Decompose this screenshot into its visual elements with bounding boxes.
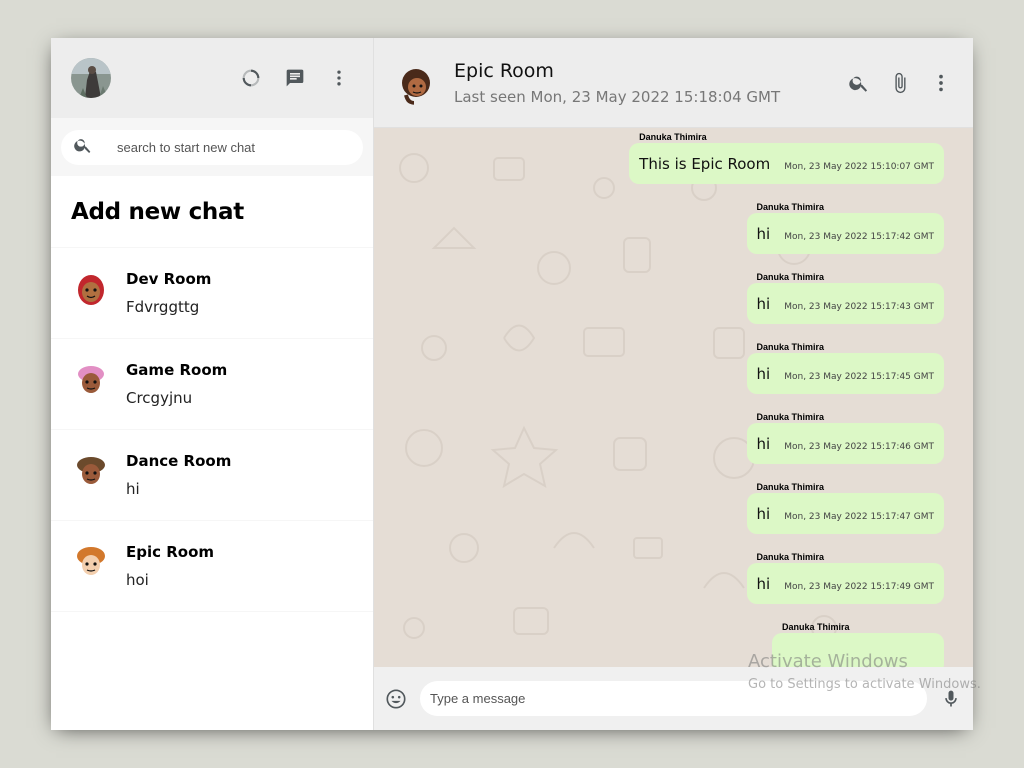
- sidebar-search: [51, 118, 373, 176]
- message: Danuka Thimira This is Epic Room Mon, 23…: [629, 132, 944, 184]
- search-box: [61, 129, 363, 165]
- chat-list: Add new chat Dev Room Fdvrggttg Game Roo…: [51, 176, 373, 730]
- message: Danuka Thimira hi Mon, 23 May 2022 15:17…: [746, 482, 944, 534]
- message-time: Mon, 23 May 2022 15:17:49 GMT: [784, 581, 934, 592]
- chat-name: Dev Room: [126, 270, 212, 288]
- chat-body: Danuka Thimira This is Epic Room Mon, 23…: [374, 128, 973, 667]
- chat-panel: Epic Room Last seen Mon, 23 May 2022 15:…: [374, 38, 973, 730]
- chat-info: Epic Room hoi: [126, 543, 214, 589]
- avatar: [71, 359, 111, 399]
- message-sender: Danuka Thimira: [756, 552, 825, 562]
- sidebar: Add new chat Dev Room Fdvrggttg Game Roo…: [51, 38, 374, 730]
- search-icon[interactable]: [846, 70, 871, 95]
- message-input[interactable]: [430, 691, 927, 706]
- more-vert-icon[interactable]: [327, 66, 351, 90]
- emoji-icon[interactable]: [384, 687, 408, 711]
- message-bubble: hi Mon, 23 May 2022 15:17:46 GMT: [746, 423, 944, 464]
- add-new-chat-button[interactable]: Add new chat: [51, 176, 373, 248]
- chat-last-message: Crcgyjnu: [126, 389, 193, 407]
- message-bubble: [772, 633, 944, 667]
- message-text: This is Epic Room: [639, 154, 771, 173]
- chat-header-info: Epic Room Last seen Mon, 23 May 2022 15:…: [454, 60, 846, 106]
- chat-header-actions: [846, 70, 953, 95]
- chat-name: Epic Room: [126, 543, 215, 561]
- app-window: Add new chat Dev Room Fdvrggttg Game Roo…: [51, 38, 973, 730]
- status-icon[interactable]: [239, 66, 263, 90]
- chat-name: Game Room: [126, 361, 228, 379]
- sidebar-header: [51, 38, 373, 118]
- message-sender: Danuka Thimira: [756, 202, 825, 212]
- more-vert-icon[interactable]: [928, 70, 953, 95]
- message: Danuka Thimira hi Mon, 23 May 2022 15:17…: [746, 412, 944, 464]
- mic-icon[interactable]: [939, 687, 963, 711]
- message-sender: Danuka Thimira: [639, 132, 707, 142]
- chat-item-dev-room[interactable]: Dev Room Fdvrggttg: [51, 248, 373, 339]
- message-bubble: This is Epic Room Mon, 23 May 2022 15:10…: [629, 143, 944, 184]
- avatar: [71, 268, 111, 308]
- chat-avatar[interactable]: [398, 64, 434, 105]
- chat-name: Dance Room: [126, 452, 232, 470]
- message-sender: Danuka Thimira: [756, 482, 825, 492]
- chat-last-message: Fdvrggttg: [126, 298, 200, 316]
- message-time: Mon, 23 May 2022 15:17:45 GMT: [784, 371, 934, 382]
- message-bubble: hi Mon, 23 May 2022 15:17:43 GMT: [746, 283, 944, 324]
- last-seen: Last seen Mon, 23 May 2022 15:18:04 GMT: [454, 87, 781, 106]
- message-input-box: [420, 681, 927, 716]
- chat-item-dance-room[interactable]: Dance Room hi: [51, 430, 373, 521]
- message-time: Mon, 23 May 2022 15:17:46 GMT: [784, 441, 934, 452]
- attach-icon[interactable]: [887, 70, 912, 95]
- chat-header: Epic Room Last seen Mon, 23 May 2022 15:…: [374, 38, 973, 128]
- chat-item-game-room[interactable]: Game Room Crcgyjnu: [51, 339, 373, 430]
- message: Danuka Thimira hi Mon, 23 May 2022 15:17…: [746, 342, 944, 394]
- message-bubble: hi Mon, 23 May 2022 15:17:42 GMT: [746, 213, 944, 254]
- message-text: hi: [756, 294, 771, 313]
- chat-item-epic-room[interactable]: Epic Room hoi: [51, 521, 373, 612]
- message-time: Mon, 23 May 2022 15:10:07 GMT: [784, 161, 934, 172]
- message-text: hi: [756, 224, 771, 243]
- chat-footer: [374, 667, 973, 730]
- message-text: hi: [756, 434, 771, 453]
- sidebar-header-actions: [239, 66, 351, 90]
- message-sender: Danuka Thimira: [782, 622, 850, 632]
- chat-last-message: hi: [126, 480, 140, 498]
- message-bubble: hi Mon, 23 May 2022 15:17:47 GMT: [746, 493, 944, 534]
- message-time: Mon, 23 May 2022 15:17:47 GMT: [784, 511, 934, 522]
- user-avatar[interactable]: [71, 58, 111, 98]
- add-new-chat-label: Add new chat: [71, 198, 244, 225]
- message: Danuka Thimira: [772, 622, 944, 667]
- message-text: hi: [756, 574, 771, 593]
- message-sender: Danuka Thimira: [756, 342, 825, 352]
- chat-info: Game Room Crcgyjnu: [126, 361, 227, 407]
- message-time: Mon, 23 May 2022 15:17:43 GMT: [784, 301, 934, 312]
- message: Danuka Thimira hi Mon, 23 May 2022 15:17…: [746, 272, 944, 324]
- avatar: [71, 450, 111, 490]
- message-text: hi: [756, 364, 771, 383]
- chat-title: Epic Room: [454, 59, 554, 82]
- search-input[interactable]: [117, 139, 337, 155]
- chat-info: Dance Room hi: [126, 452, 231, 498]
- search-icon: [73, 135, 93, 160]
- message-text: hi: [756, 504, 771, 523]
- message: Danuka Thimira hi Mon, 23 May 2022 15:17…: [746, 202, 944, 254]
- message-sender: Danuka Thimira: [756, 412, 825, 422]
- message-bubble: hi Mon, 23 May 2022 15:17:45 GMT: [746, 353, 944, 394]
- message-time: Mon, 23 May 2022 15:17:42 GMT: [784, 231, 934, 242]
- chat-info: Dev Room Fdvrggttg: [126, 270, 211, 316]
- chat-icon[interactable]: [283, 66, 307, 90]
- message: Danuka Thimira hi Mon, 23 May 2022 15:17…: [746, 552, 944, 604]
- message-bubble: hi Mon, 23 May 2022 15:17:49 GMT: [746, 563, 944, 604]
- avatar: [71, 541, 111, 581]
- message-sender: Danuka Thimira: [756, 272, 825, 282]
- chat-last-message: hoi: [126, 571, 149, 589]
